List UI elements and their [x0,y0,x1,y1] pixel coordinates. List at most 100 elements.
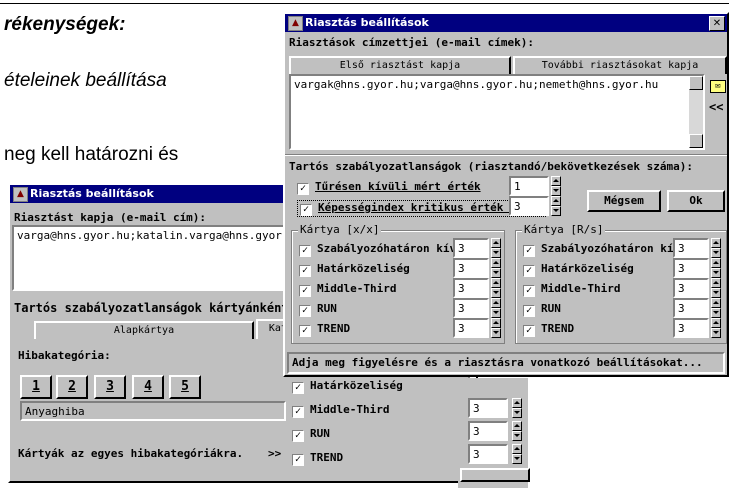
checkbox[interactable]: ✓ [292,430,304,442]
recipients-label: Riasztások címzettjei (e-mail címek): [289,36,535,49]
check-row[interactable]: ✓ Middle-Third [299,282,396,297]
front-settings-window[interactable]: ▲ Riasztás beállítások ✕ Riasztások címz… [283,12,729,377]
ok-button[interactable]: Ok [667,190,725,212]
document-line: ételeinek beállítása [4,70,167,91]
document-line: neg kell határozni és [4,144,179,165]
group-title: Kártya [R/s] [522,223,606,236]
value-field[interactable]: 3 [468,444,508,464]
app-icon: ▲ [288,16,303,31]
title-bar[interactable]: ▲ Riasztás beállítások ✕ [285,14,727,32]
scroll-down-button[interactable] [689,134,703,148]
spin-button[interactable] [551,196,561,216]
check-row-tolerance[interactable]: ✓ Tűrésen kívüli mért érték [297,180,481,195]
spin-button[interactable] [491,318,501,338]
category-button-3[interactable]: 3 [94,375,126,399]
value-field[interactable]: 3 [453,278,489,298]
check-row[interactable]: ✓ TREND [299,322,350,337]
tab-first-alert[interactable]: Első riasztást kapja [289,56,511,74]
spin-button[interactable] [491,298,501,318]
scroll-up-button[interactable] [689,76,703,90]
section-label: Tartós szabályozatlanságok (riasztandó/b… [289,160,693,173]
checkbox[interactable]: ✓ [523,245,535,257]
check-row[interactable]: ✓ Szabályozóhatáron kívül [523,242,693,257]
spin-button[interactable] [711,298,721,318]
spin-button[interactable] [711,278,721,298]
status-bar: Adja meg figyelésre és a riasztásra vona… [287,352,725,374]
value-field[interactable]: 3 [453,318,489,338]
group-title: Kártya [x/x] [298,223,382,236]
category-button-2[interactable]: 2 [56,375,88,399]
category-name-field: Anyaghiba [20,401,286,421]
value-field[interactable]: 3 [673,278,709,298]
checkbox[interactable]: ✓ [299,285,311,297]
spin-button[interactable] [512,421,522,441]
document-top-rule [0,3,729,4]
divider [285,154,727,156]
checkbox[interactable]: ✓ [292,382,304,394]
spin-button[interactable] [711,238,721,258]
spin-button[interactable] [491,258,501,278]
check-row[interactable]: ✓ RUN [292,427,330,442]
checkbox[interactable]: ✓ [292,454,304,466]
category-button-5[interactable]: 5 [169,375,201,399]
check-row[interactable]: ✓ TREND [292,451,343,466]
email-scrollbar[interactable] [689,76,703,148]
value-field[interactable]: 3 [673,298,709,318]
category-label: Hibakategória: [18,349,111,362]
value-field[interactable]: 3 [468,398,508,418]
check-row[interactable]: ✓ Szabályozóhatáron kívül [299,242,469,257]
capability-count-field[interactable]: 3 [509,196,549,216]
value-field[interactable]: 3 [673,238,709,258]
checkbox[interactable]: ✓ [292,406,304,418]
value-field[interactable]: 3 [468,421,508,441]
check-row[interactable]: ✓ Határközeliség [292,379,403,394]
value-field[interactable]: 3 [453,238,489,258]
spin-button[interactable] [711,258,721,278]
bottom-button[interactable] [460,468,530,482]
checkbox[interactable]: ✓ [523,285,535,297]
app-icon: ▲ [13,187,28,202]
recipient-label: Riasztást kapja (e-mail cím): [14,211,207,224]
checkbox[interactable]: ✓ [299,265,311,277]
value-field[interactable]: 3 [673,318,709,338]
category-button-1[interactable]: 1 [20,375,52,399]
tab-further-alerts[interactable]: További riasztásokat kapja [513,56,727,74]
spin-button[interactable] [512,444,522,464]
checkbox[interactable]: ✓ [523,265,535,277]
close-icon[interactable]: ✕ [709,16,725,31]
checkbox[interactable]: ✓ [297,183,309,195]
cancel-button[interactable]: Mégsem [587,190,661,212]
checkbox[interactable]: ✓ [523,325,535,337]
spin-button[interactable] [512,398,522,418]
check-row[interactable]: ✓ Határközeliség [299,262,410,277]
cards-text: Kártyák az egyes hibakategóriákra. [18,447,244,460]
check-row[interactable]: ✓ RUN [299,302,337,317]
checkbox[interactable]: ✓ [299,325,311,337]
spin-button[interactable] [491,278,501,298]
remove-arrow-button[interactable]: << [709,100,723,114]
window-title: Riasztás beállítások [305,16,429,29]
spin-button[interactable] [551,176,561,196]
check-row[interactable]: ✓ RUN [523,302,561,317]
tab-alapkartya[interactable]: Alapkártya [34,321,254,339]
value-field[interactable]: 3 [453,298,489,318]
tolerance-count-field[interactable]: 1 [509,176,549,196]
check-row[interactable]: ✓ TREND [523,322,574,337]
value-field[interactable]: 3 [453,258,489,278]
mail-icon[interactable]: ✉ [710,80,726,93]
check-row[interactable]: ✓ Middle-Third [292,403,389,418]
checkbox[interactable]: ✓ [523,305,535,317]
section-label: Tartós szabályozatlanságok kártyánként (… [14,301,318,315]
checkbox[interactable]: ✓ [300,204,312,216]
window-title: Riasztás beállítások [30,187,154,200]
cards-arrow-button[interactable]: >> [268,447,281,460]
checkbox[interactable]: ✓ [299,245,311,257]
checkbox[interactable]: ✓ [299,305,311,317]
category-button-4[interactable]: 4 [132,375,164,399]
check-row[interactable]: ✓ Middle-Third [523,282,620,297]
check-row[interactable]: ✓ Határközeliség [523,262,634,277]
value-field[interactable]: 3 [673,258,709,278]
spin-button[interactable] [711,318,721,338]
email-recipients-field[interactable]: vargak@hns.gyor.hu;varga@hns.gyor.hu;nem… [289,74,705,150]
spin-button[interactable] [491,238,501,258]
